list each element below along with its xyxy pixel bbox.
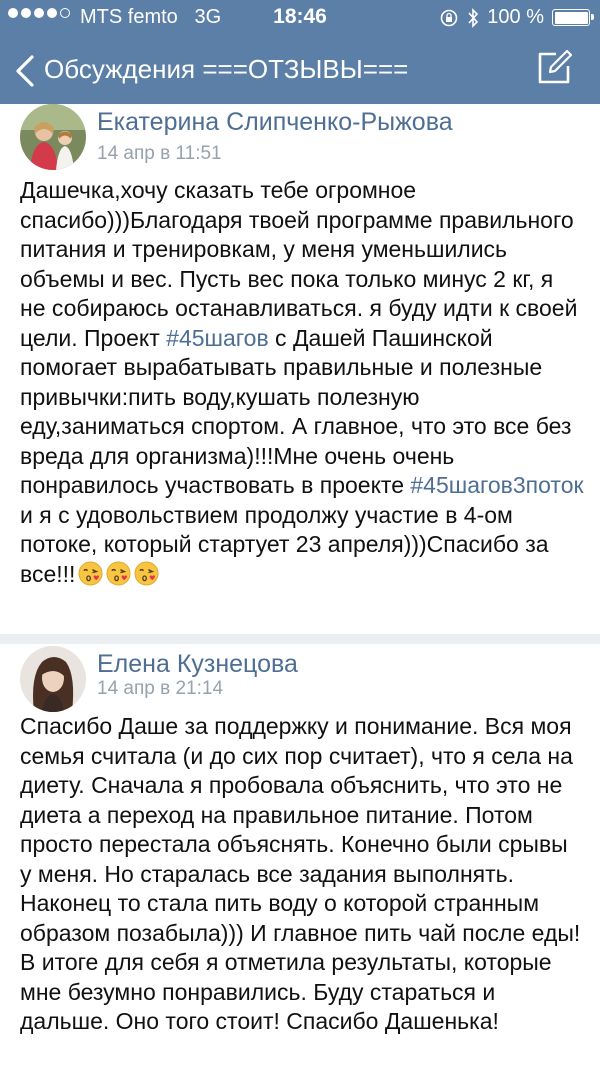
nav-title[interactable]: Обсуждения ===ОТЗЫВЫ===: [44, 54, 408, 85]
orientation-lock-icon: [440, 9, 458, 26]
kissing-face-emoji-icon: [106, 560, 131, 586]
comment-post: Елена Кузнецова 14 апр в 21:14 Спасибо Д…: [0, 634, 600, 1066]
nav-bar: Обсуждения ===ОТЗЫВЫ===: [0, 36, 600, 104]
post-date: 14 апр в 11:51: [97, 143, 222, 164]
author-name[interactable]: Екатерина Слипченко-Рыжова: [97, 108, 453, 137]
page-title: ===ОТЗЫВЫ===: [202, 54, 409, 84]
bluetooth-icon: [468, 7, 479, 28]
chevron-left-icon[interactable]: [12, 54, 40, 88]
hashtag-link[interactable]: #45шагов3поток: [410, 472, 583, 498]
avatar[interactable]: [20, 104, 86, 170]
status-right: 100 %: [439, 6, 594, 29]
top-header: MTS femto 3G 18:46 100 % Обсуждения ===О…: [0, 0, 600, 104]
post-divider: [0, 634, 600, 644]
comment-text: Спасибо Даше за поддержку и понимание. В…: [20, 713, 581, 1034]
back-button-label[interactable]: Обсуждения: [44, 54, 195, 84]
post-date: 14 апр в 21:14: [97, 678, 224, 699]
hashtag-link[interactable]: #45шагов: [166, 325, 269, 351]
avatar[interactable]: [20, 646, 86, 712]
kissing-face-emoji-icon: [134, 560, 159, 586]
author-name[interactable]: Елена Кузнецова: [97, 650, 298, 679]
status-bar: MTS femto 3G 18:46 100 %: [0, 0, 600, 36]
compose-icon[interactable]: [536, 48, 574, 86]
kissing-face-emoji-icon: [78, 560, 103, 586]
comment-post: Екатерина Слипченко-Рыжова 14 апр в 11:5…: [0, 104, 600, 634]
battery-icon: [552, 9, 594, 26]
battery-fill: [554, 11, 588, 24]
battery-percent: 100 %: [487, 6, 544, 28]
comment-text: Дашечка,хочу сказать тебе огромное спаси…: [20, 176, 585, 589]
